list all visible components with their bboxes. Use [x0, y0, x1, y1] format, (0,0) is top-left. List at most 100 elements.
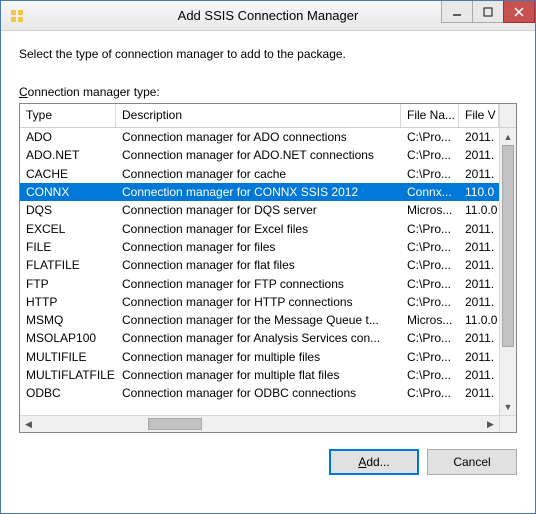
cell: C:\Pro...: [401, 386, 459, 400]
cell: 2011.: [459, 167, 499, 181]
table-row[interactable]: ADO.NETConnection manager for ADO.NET co…: [20, 146, 499, 164]
table-row[interactable]: FLATFILEConnection manager for flat file…: [20, 256, 499, 274]
column-header-filename[interactable]: File Na...: [401, 104, 459, 127]
titlebar: Add SSIS Connection Manager: [1, 1, 535, 31]
cell: 11.0.0: [459, 203, 499, 217]
vertical-scrollbar[interactable]: ▲ ▼: [499, 128, 516, 415]
cell: Connection manager for multiple files: [116, 350, 401, 364]
cell: MULTIFILE: [20, 350, 116, 364]
cell: 2011.: [459, 331, 499, 345]
cell: 2011.: [459, 295, 499, 309]
cell: ODBC: [20, 386, 116, 400]
cell: MSMQ: [20, 313, 116, 327]
cell: Connection manager for Analysis Services…: [116, 331, 401, 345]
cell: Connection manager for cache: [116, 167, 401, 181]
minimize-button[interactable]: [441, 1, 473, 23]
scroll-down-icon[interactable]: ▼: [500, 398, 516, 415]
cell: 2011.: [459, 240, 499, 254]
cell: Connection manager for ADO connections: [116, 130, 401, 144]
cell: Connection manager for FTP connections: [116, 277, 401, 291]
cell: 2011.: [459, 148, 499, 162]
cell: CONNX: [20, 185, 116, 199]
listview-rows: ADOConnection manager for ADO connection…: [20, 128, 499, 415]
cell: Connection manager for the Message Queue…: [116, 313, 401, 327]
cell: C:\Pro...: [401, 222, 459, 236]
cell: MSOLAP100: [20, 331, 116, 345]
cancel-button[interactable]: Cancel: [427, 449, 517, 475]
cell: C:\Pro...: [401, 350, 459, 364]
table-row[interactable]: HTTPConnection manager for HTTP connecti…: [20, 293, 499, 311]
scroll-right-icon[interactable]: ▶: [482, 416, 499, 432]
table-row[interactable]: MULTIFLATFILEConnection manager for mult…: [20, 366, 499, 384]
cell: 2011.: [459, 368, 499, 382]
cell: MULTIFLATFILE: [20, 368, 116, 382]
table-row[interactable]: MSMQConnection manager for the Message Q…: [20, 311, 499, 329]
vscroll-thumb[interactable]: [502, 145, 514, 347]
table-row[interactable]: DQSConnection manager for DQS serverMicr…: [20, 201, 499, 219]
cell: 110.0: [459, 185, 499, 199]
column-header-description[interactable]: Description: [116, 104, 401, 127]
cell: CACHE: [20, 167, 116, 181]
table-row[interactable]: MULTIFILEConnection manager for multiple…: [20, 348, 499, 366]
window-controls: [442, 1, 535, 30]
column-header-type[interactable]: Type: [20, 104, 116, 127]
cell: FILE: [20, 240, 116, 254]
cell: C:\Pro...: [401, 368, 459, 382]
table-row[interactable]: MSOLAP100Connection manager for Analysis…: [20, 329, 499, 347]
cell: Connection manager for ODBC connections: [116, 386, 401, 400]
hscroll-track[interactable]: [37, 416, 482, 432]
cell: C:\Pro...: [401, 148, 459, 162]
cell: FLATFILE: [20, 258, 116, 272]
cell: 2011.: [459, 222, 499, 236]
cell: 11.0.0: [459, 313, 499, 327]
table-row[interactable]: FILEConnection manager for filesC:\Pro..…: [20, 238, 499, 256]
cell: Connection manager for multiple flat fil…: [116, 368, 401, 382]
table-row[interactable]: CONNXConnection manager for CONNX SSIS 2…: [20, 183, 499, 201]
maximize-button[interactable]: [472, 1, 504, 23]
table-row[interactable]: ODBCConnection manager for ODBC connecti…: [20, 384, 499, 402]
cell: 2011.: [459, 258, 499, 272]
vscroll-track[interactable]: [500, 145, 516, 398]
cell: HTTP: [20, 295, 116, 309]
instruction-text: Select the type of connection manager to…: [19, 47, 517, 61]
connection-type-listview[interactable]: Type Description File Na... File V ADOCo…: [19, 103, 517, 433]
cell: Micros...: [401, 313, 459, 327]
cell: Connection manager for DQS server: [116, 203, 401, 217]
hscroll-thumb[interactable]: [148, 418, 201, 430]
scroll-up-icon[interactable]: ▲: [500, 128, 516, 145]
cell: Connection manager for flat files: [116, 258, 401, 272]
table-row[interactable]: EXCELConnection manager for Excel filesC…: [20, 219, 499, 237]
header-scroll-gap: [499, 104, 516, 127]
add-button[interactable]: Add...: [329, 449, 419, 475]
cell: Micros...: [401, 203, 459, 217]
cell: EXCEL: [20, 222, 116, 236]
cell: Connection manager for HTTP connections: [116, 295, 401, 309]
table-row[interactable]: CACHEConnection manager for cacheC:\Pro.…: [20, 165, 499, 183]
cell: Connection manager for files: [116, 240, 401, 254]
scroll-left-icon[interactable]: ◀: [20, 416, 37, 432]
cell: Connection manager for CONNX SSIS 2012: [116, 185, 401, 199]
table-row[interactable]: FTPConnection manager for FTP connection…: [20, 274, 499, 292]
cell: Connection manager for Excel files: [116, 222, 401, 236]
app-icon: [9, 8, 25, 24]
column-header-filever[interactable]: File V: [459, 104, 499, 127]
list-label: Connection manager type:: [19, 85, 517, 99]
listview-header: Type Description File Na... File V: [20, 104, 516, 128]
cell: 2011.: [459, 130, 499, 144]
cell: FTP: [20, 277, 116, 291]
cell: DQS: [20, 203, 116, 217]
table-row[interactable]: ADOConnection manager for ADO connection…: [20, 128, 499, 146]
close-button[interactable]: [503, 1, 535, 23]
dialog-buttons: Add... Cancel: [19, 449, 517, 475]
scroll-corner: [499, 416, 516, 432]
horizontal-scrollbar[interactable]: ◀ ▶: [20, 415, 516, 432]
cell: ADO.NET: [20, 148, 116, 162]
dialog-content: Select the type of connection manager to…: [1, 31, 535, 489]
cell: Connx...: [401, 185, 459, 199]
cell: C:\Pro...: [401, 295, 459, 309]
cell: C:\Pro...: [401, 167, 459, 181]
cell: 2011.: [459, 386, 499, 400]
cell: C:\Pro...: [401, 130, 459, 144]
cell: C:\Pro...: [401, 258, 459, 272]
cell: 2011.: [459, 350, 499, 364]
